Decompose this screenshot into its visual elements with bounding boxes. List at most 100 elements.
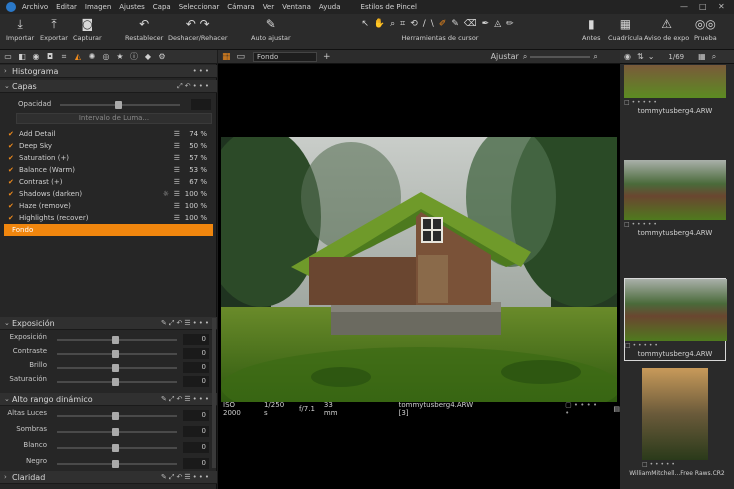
brillo-value[interactable]: 0 bbox=[183, 362, 209, 373]
menu-imagen[interactable]: Imagen bbox=[85, 3, 111, 11]
single-view-icon[interactable]: ▭ bbox=[237, 52, 246, 62]
auto-adjust-button[interactable]: ✎ Auto ajustar bbox=[251, 16, 291, 42]
grid-view-icon[interactable]: ▦ bbox=[222, 52, 231, 62]
adjustments-tab-icon[interactable]: ★ bbox=[114, 51, 126, 63]
thumbnail-item[interactable]: □ • • • • • tommytusberg4.ARW bbox=[624, 160, 726, 239]
saturacion-value[interactable]: 0 bbox=[183, 376, 209, 387]
rotate-icon[interactable]: ⟲ bbox=[410, 19, 423, 29]
settings-tab-icon[interactable]: ⚙ bbox=[156, 51, 168, 63]
rating-dots[interactable]: ▢ • • • • • bbox=[565, 401, 603, 417]
opacity-value[interactable] bbox=[191, 99, 211, 110]
zoom-icon[interactable]: ⌕ bbox=[390, 19, 400, 29]
before-button[interactable]: ▮ Antes bbox=[582, 16, 601, 42]
layer-item[interactable]: ✔ Highlights (recover) ☰ 100 % bbox=[0, 212, 213, 224]
gradient-icon[interactable]: ◬ bbox=[494, 19, 506, 29]
sliders-icon[interactable]: ☰ bbox=[174, 214, 180, 222]
layer-item[interactable]: ✔ Shadows (darken) ☼ ☰ 100 % bbox=[0, 188, 213, 200]
blanco-value[interactable]: 0 bbox=[183, 442, 209, 453]
checkmark-icon[interactable]: ✔ bbox=[8, 166, 16, 174]
hdr-header[interactable]: ⌄ Alto rango dinámico ✎⤢↶☰••• bbox=[0, 393, 217, 406]
grid-icon[interactable]: ▦ bbox=[698, 52, 706, 61]
altas-luces-thumb[interactable] bbox=[112, 412, 119, 420]
layer-item[interactable]: ✔ Saturation (+) ☰ 57 % bbox=[0, 152, 213, 164]
layer-item[interactable]: ✔ Balance (Warm) ☰ 53 % bbox=[0, 164, 213, 176]
exposure-header[interactable]: ⌄ Exposición ✎⤢↶☰••• bbox=[0, 317, 217, 330]
pointer-icon[interactable]: ↖ bbox=[361, 19, 374, 29]
exposure-tab-icon[interactable]: ◭ bbox=[72, 51, 84, 63]
zoom-slider[interactable] bbox=[530, 55, 591, 58]
blanco-thumb[interactable] bbox=[112, 444, 119, 452]
contraste-value[interactable]: 0 bbox=[183, 348, 209, 359]
menu-editar[interactable]: Editar bbox=[56, 3, 77, 11]
lens-tab-icon[interactable]: ◉ bbox=[30, 51, 42, 63]
camera-tab-icon[interactable]: ◘ bbox=[44, 51, 56, 63]
pen-icon[interactable]: ✎ bbox=[451, 19, 464, 29]
maximize-icon[interactable]: □ bbox=[699, 2, 707, 11]
eraser-icon[interactable]: ⌫ bbox=[464, 19, 482, 29]
thumbnail-image[interactable] bbox=[642, 368, 708, 460]
sun-icon[interactable]: ☼ bbox=[163, 190, 169, 198]
exposicion-thumb[interactable] bbox=[112, 336, 119, 344]
proof-button[interactable]: ◎◎ Prueba bbox=[694, 16, 717, 42]
altas-luces-value[interactable]: 0 bbox=[183, 410, 209, 421]
layer-select[interactable]: Fondo bbox=[253, 51, 318, 62]
import-button[interactable]: ⤓ Importar bbox=[6, 16, 34, 42]
checkmark-icon[interactable]: ✔ bbox=[8, 214, 16, 222]
grid-button[interactable]: ▦ Cuadrícula bbox=[608, 16, 643, 42]
picker-icon[interactable]: ✒ bbox=[482, 19, 495, 29]
panel-scrollbar[interactable] bbox=[212, 318, 216, 468]
menu-camara[interactable]: Cámara bbox=[227, 3, 254, 11]
menu-ventana[interactable]: Ventana bbox=[282, 3, 311, 11]
menu-ver[interactable]: Ver bbox=[263, 3, 274, 11]
brillo-thumb[interactable] bbox=[112, 364, 119, 372]
sort-icon[interactable]: ⇅ bbox=[637, 52, 644, 61]
checkmark-icon[interactable]: ✔ bbox=[8, 130, 16, 138]
menu-capa[interactable]: Capa bbox=[153, 3, 171, 11]
sombras-thumb[interactable] bbox=[112, 428, 119, 436]
pan-icon[interactable]: ✋ bbox=[374, 19, 390, 29]
histogram-header[interactable]: › Histograma ••• bbox=[0, 65, 217, 78]
zoom-in-icon[interactable]: ⌕ bbox=[593, 52, 597, 62]
metadata-tab-icon[interactable]: ⓘ bbox=[128, 51, 140, 63]
thumbnail-item[interactable]: □ • • • • • WilliamMitchell...Free Raws.… bbox=[620, 368, 734, 479]
capture-tab-icon[interactable]: ◧ bbox=[16, 51, 28, 63]
menu-ayuda[interactable]: Ayuda bbox=[319, 3, 341, 11]
crop-icon[interactable]: ⌗ bbox=[400, 19, 410, 29]
sliders-icon[interactable]: ☰ bbox=[174, 190, 180, 198]
checkmark-icon[interactable]: ✔ bbox=[8, 178, 16, 186]
layers-header[interactable]: ⌄ Capas ⤢↶••• bbox=[0, 80, 217, 93]
eye-icon[interactable]: ◉ bbox=[624, 52, 631, 61]
clarity-header[interactable]: › Claridad ✎⤢↶☰••• bbox=[0, 471, 217, 484]
folder-tab-icon[interactable]: ▭ bbox=[2, 51, 14, 63]
sliders-icon[interactable]: ☰ bbox=[174, 166, 180, 174]
thumbnail-item-selected[interactable]: □ • • • • • tommytusberg4.ARW bbox=[624, 278, 727, 361]
layer-item[interactable]: ✔ Contrast (+) ☰ 67 % bbox=[0, 176, 213, 188]
reset-button[interactable]: ↶ Restablecer bbox=[125, 16, 163, 42]
layer-item-selected[interactable]: Fondo bbox=[4, 224, 213, 236]
section-controls[interactable]: ✎⤢↶☰••• bbox=[161, 395, 211, 404]
sombras-value[interactable]: 0 bbox=[183, 426, 209, 437]
sliders-icon[interactable]: ☰ bbox=[174, 142, 180, 150]
section-controls[interactable]: ✎⤢↶☰••• bbox=[161, 319, 211, 328]
checkmark-icon[interactable]: ✔ bbox=[8, 154, 16, 162]
sliders-icon[interactable]: ☰ bbox=[174, 178, 180, 186]
negro-thumb[interactable] bbox=[112, 460, 119, 468]
contraste-thumb[interactable] bbox=[112, 350, 119, 358]
main-photo[interactable] bbox=[221, 137, 617, 402]
undo-redo-button[interactable]: ↶ ↷ Deshacer/Rehacer bbox=[168, 16, 228, 42]
layer-item[interactable]: ✔ Haze (remove) ☰ 100 % bbox=[0, 200, 213, 212]
sliders-icon[interactable]: ☰ bbox=[174, 130, 180, 138]
layer-item[interactable]: ✔ Add Detail ☰ 74 % bbox=[0, 128, 213, 140]
checkmark-icon[interactable]: ✔ bbox=[8, 142, 16, 150]
search-icon[interactable]: ⌕ bbox=[712, 52, 716, 62]
capture-button[interactable]: ◙ Capturar bbox=[73, 16, 102, 42]
filter-icon[interactable]: ⌄ bbox=[648, 52, 655, 61]
sliders-icon[interactable]: ☰ bbox=[174, 202, 180, 210]
color-tab-icon[interactable]: ✺ bbox=[86, 51, 98, 63]
add-icon[interactable]: + bbox=[323, 52, 331, 62]
sliders-icon[interactable]: ☰ bbox=[174, 154, 180, 162]
close-icon[interactable]: ✕ bbox=[718, 2, 725, 11]
output-tab-icon[interactable]: ◆ bbox=[142, 51, 154, 63]
opacity-slider-thumb[interactable] bbox=[115, 101, 122, 109]
keystone-icon[interactable]: /\ bbox=[423, 19, 439, 29]
